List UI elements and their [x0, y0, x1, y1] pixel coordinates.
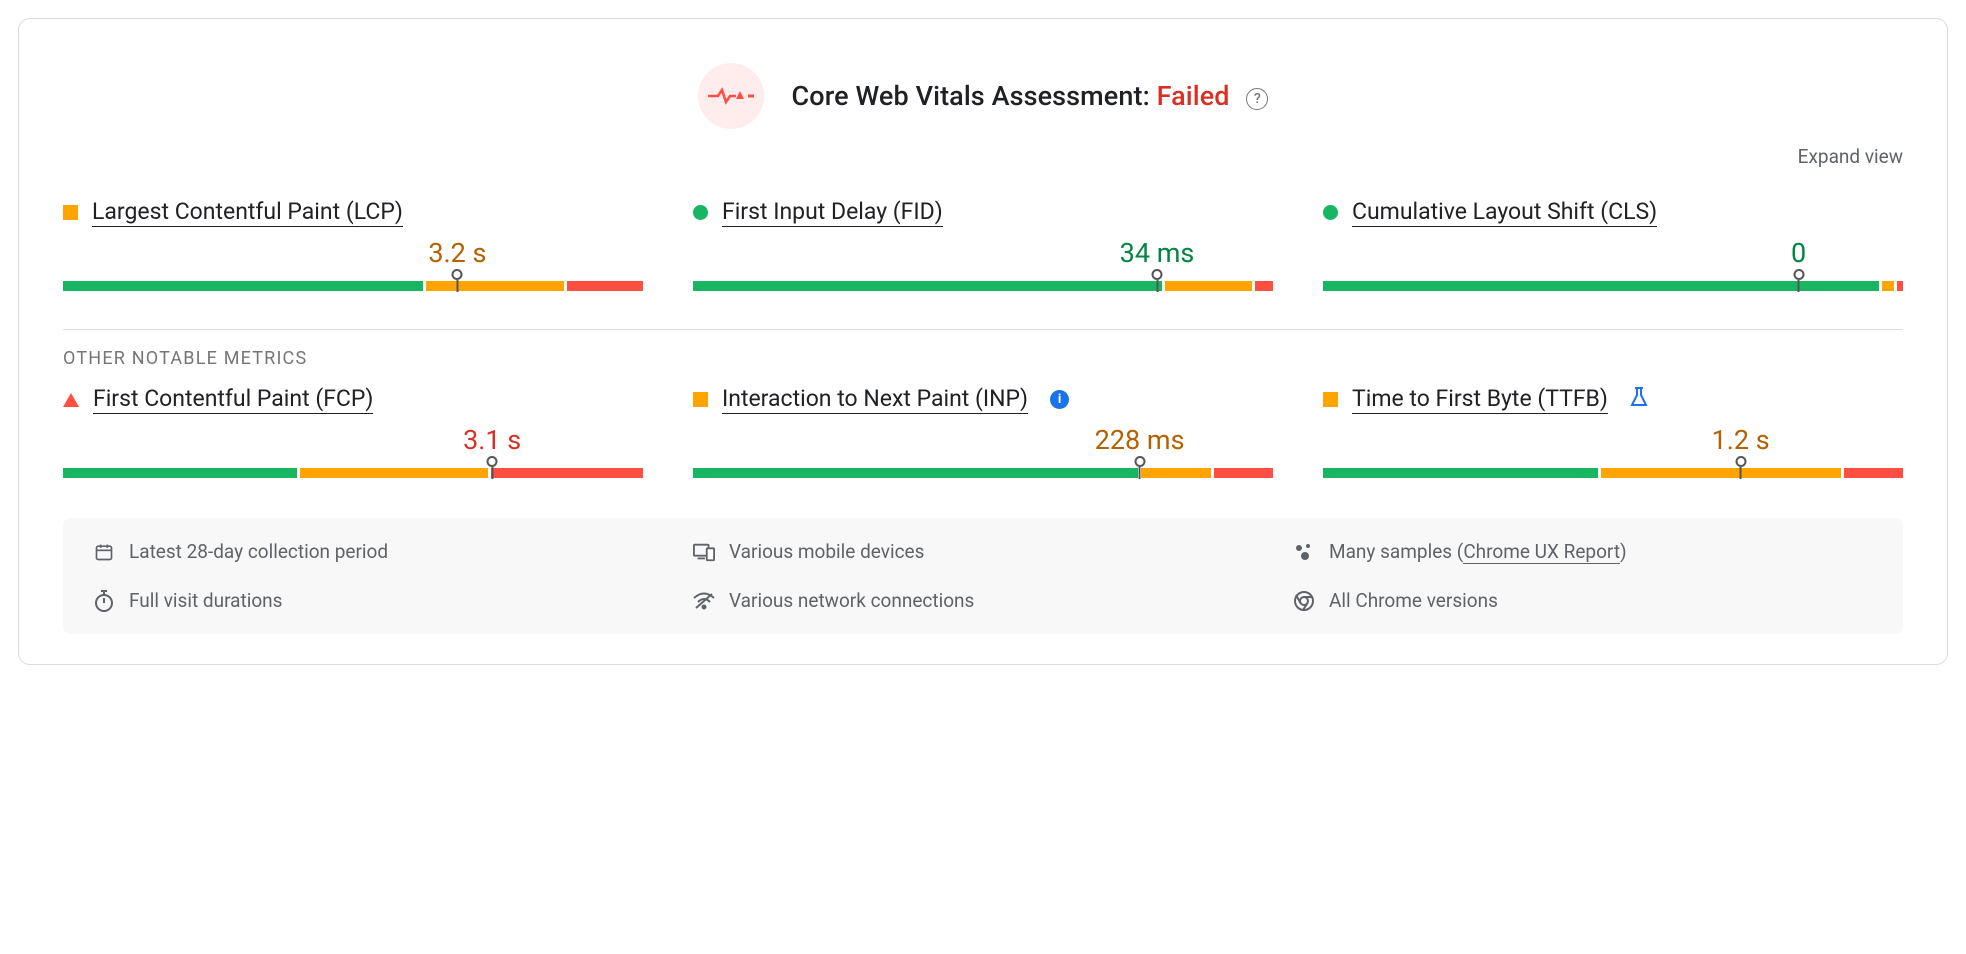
metric-name-link[interactable]: First Input Delay (FID) [722, 198, 943, 227]
other-metrics-label: Other Notable Metrics [19, 348, 1947, 375]
percentile-marker [487, 456, 498, 479]
status-square-icon [63, 205, 78, 220]
metric-cumulative-layout-shift-cls: Cumulative Layout Shift (CLS) 0 [1323, 198, 1903, 291]
dist-segment [693, 281, 1162, 291]
calendar-icon [93, 541, 115, 563]
footer-chrome: All Chrome versions [1293, 589, 1873, 612]
metric-interaction-to-next-paint-inp: Interaction to Next Paint (INP) i 228 ms [693, 385, 1273, 478]
metric-largest-contentful-paint-lcp: Largest Contentful Paint (LCP) 3.2 s [63, 198, 643, 291]
crux-report-link[interactable]: Chrome UX Report [1463, 540, 1620, 564]
percentile-marker [452, 269, 463, 292]
metric-time-to-first-byte-ttfb: Time to First Byte (TTFB) 1.2 s [1323, 385, 1903, 478]
footer-chrome-text: All Chrome versions [1329, 589, 1498, 612]
footer-devices-text: Various mobile devices [729, 540, 924, 563]
percentile-marker [1735, 456, 1746, 479]
footer-durations-text: Full visit durations [129, 589, 282, 612]
footer-network: Various network connections [693, 589, 1273, 612]
experimental-icon[interactable] [1630, 387, 1648, 413]
distribution-bar [1323, 281, 1903, 291]
metric-value: 34 ms [1120, 233, 1195, 269]
dist-segment [1323, 468, 1598, 478]
distribution-bar [1323, 468, 1903, 478]
footer-period-text: Latest 28-day collection period [129, 540, 388, 563]
footer-samples-text: Many samples (Chrome UX Report) [1329, 540, 1627, 563]
metric-name-link[interactable]: First Contentful Paint (FCP) [93, 385, 373, 414]
dist-segment [1141, 468, 1211, 478]
assessment-status: Failed [1157, 80, 1230, 112]
footer-samples: Many samples (Chrome UX Report) [1293, 540, 1873, 563]
metric-value: 3.2 s [428, 233, 486, 269]
dist-segment [491, 468, 643, 478]
dist-segment [1601, 468, 1841, 478]
network-icon [693, 590, 715, 612]
metric-value: 1.2 s [1712, 420, 1770, 456]
samples-icon [1293, 541, 1315, 563]
pulse-icon [698, 63, 764, 129]
footer-panel: Latest 28-day collection period Various … [63, 518, 1903, 634]
dist-segment [1844, 468, 1903, 478]
metric-value: 3.1 s [463, 420, 521, 456]
dist-segment [567, 281, 643, 291]
distribution-bar [693, 468, 1273, 478]
dist-segment [1882, 281, 1894, 291]
status-square-icon [1323, 392, 1338, 407]
cwv-card: Core Web Vitals Assessment: Failed ? Exp… [18, 18, 1948, 665]
percentile-marker [1152, 269, 1163, 292]
metric-name-link[interactable]: Cumulative Layout Shift (CLS) [1352, 198, 1657, 227]
title-prefix: Core Web Vitals Assessment: [792, 80, 1157, 112]
dist-segment [426, 281, 565, 291]
divider [63, 329, 1903, 330]
status-triangle-icon [63, 393, 79, 407]
dist-segment [693, 468, 1138, 478]
footer-network-text: Various network connections [729, 589, 974, 612]
dist-segment [63, 468, 297, 478]
expand-view-link[interactable]: Expand view [19, 141, 1947, 188]
footer-devices: Various mobile devices [693, 540, 1273, 563]
core-metrics-grid: Largest Contentful Paint (LCP) 3.2 s Fir… [19, 188, 1947, 311]
percentile-marker [1134, 456, 1145, 479]
footer-period: Latest 28-day collection period [93, 540, 673, 563]
metric-value: 0 [1791, 233, 1806, 269]
info-icon[interactable]: i [1050, 390, 1069, 409]
help-icon[interactable]: ? [1246, 88, 1268, 110]
chrome-icon [1293, 590, 1315, 612]
metric-name-link[interactable]: Interaction to Next Paint (INP) [722, 385, 1028, 414]
metric-first-input-delay-fid: First Input Delay (FID) 34 ms [693, 198, 1273, 291]
footer-durations: Full visit durations [93, 589, 673, 612]
dist-segment [1897, 281, 1903, 291]
dist-segment [1255, 281, 1273, 291]
stopwatch-icon [93, 590, 115, 612]
assessment-title: Core Web Vitals Assessment: Failed ? [792, 80, 1269, 112]
distribution-bar [63, 281, 643, 291]
metric-name-link[interactable]: Largest Contentful Paint (LCP) [92, 198, 403, 227]
metric-name-link[interactable]: Time to First Byte (TTFB) [1352, 385, 1608, 414]
devices-icon [693, 541, 715, 563]
metric-first-contentful-paint-fcp: First Contentful Paint (FCP) 3.1 s [63, 385, 643, 478]
dist-segment [63, 281, 423, 291]
status-dot-icon [1323, 205, 1338, 220]
percentile-marker [1793, 269, 1804, 292]
distribution-bar [693, 281, 1273, 291]
other-metrics-grid: First Contentful Paint (FCP) 3.1 s Inter… [19, 375, 1947, 498]
distribution-bar [63, 468, 643, 478]
status-dot-icon [693, 205, 708, 220]
assessment-header: Core Web Vitals Assessment: Failed ? [19, 19, 1947, 141]
dist-segment [1214, 468, 1273, 478]
dist-segment [1165, 281, 1253, 291]
metric-value: 228 ms [1095, 420, 1185, 456]
status-square-icon [693, 392, 708, 407]
dist-segment [300, 468, 487, 478]
